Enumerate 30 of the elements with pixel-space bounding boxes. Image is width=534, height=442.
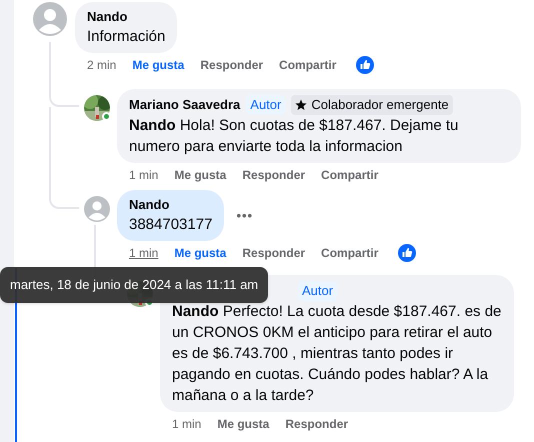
timestamp-link[interactable]: 1 min xyxy=(172,415,202,433)
like-link[interactable]: Me gusta xyxy=(217,415,270,433)
reply-link[interactable]: Responder xyxy=(242,244,306,262)
author-name[interactable]: Nando xyxy=(87,8,128,26)
share-link[interactable]: Compartir xyxy=(321,166,378,184)
reply-link[interactable]: Responder xyxy=(200,56,264,74)
like-link[interactable]: Me gusta xyxy=(174,166,226,184)
like-link[interactable]: Me gusta xyxy=(132,56,184,74)
author-name[interactable]: Mariano Saavedra xyxy=(129,96,240,114)
contributor-badge: Colaborador emergente xyxy=(291,95,453,115)
author-badge: Autor xyxy=(246,95,286,115)
comment-text: 3884703177 xyxy=(129,215,212,235)
timestamp-link[interactable]: 1 min xyxy=(129,166,158,184)
like-reaction-icon xyxy=(398,244,416,262)
comment-text: Información xyxy=(87,27,166,47)
reply-link[interactable]: Responder xyxy=(285,415,348,433)
comment-text: Nando Hola! Son cuotas de $187.467. Dejame tu numero para enviarte toda la informacion xyxy=(129,116,460,157)
share-link[interactable]: Compartir xyxy=(279,56,336,74)
more-options-button[interactable]: ••• xyxy=(236,206,254,226)
timestamp-tooltip: martes, 18 de junio de 2024 a las 11:11 am xyxy=(0,267,268,302)
like-reaction-icon xyxy=(356,56,374,74)
like-link[interactable]: Me gusta xyxy=(174,244,226,262)
share-link[interactable]: Compartir xyxy=(321,244,378,262)
comment-text: Nando Perfecto! La cuota desde $187.467. es de un CRONOS 0KM el anticipo para retirar el auto es de $6.743.700 , mientras tanto podes ir pagando en cuotas. Cuándo podes hablar? A la mañana o a la tarde? xyxy=(172,302,502,406)
timestamp-link[interactable]: 1 min xyxy=(129,244,158,262)
star-icon xyxy=(295,99,308,111)
author-badge: Autor xyxy=(298,281,338,301)
timestamp-link[interactable]: 2 min xyxy=(87,56,116,74)
author-name[interactable]: Nando xyxy=(129,196,170,214)
reply-link[interactable]: Responder xyxy=(242,166,306,184)
